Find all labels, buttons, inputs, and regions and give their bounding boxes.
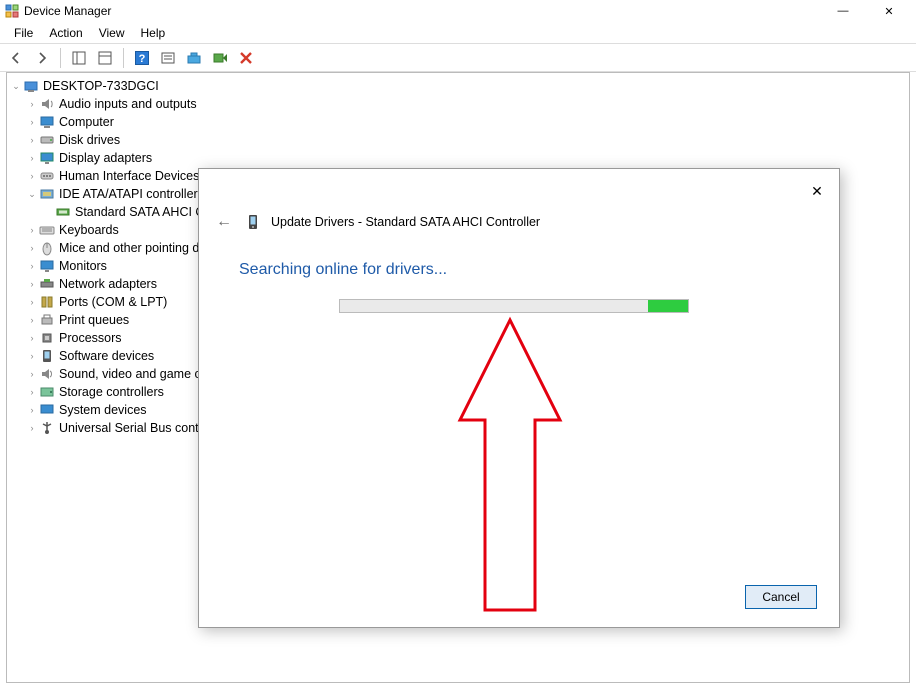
scan-hardware-button[interactable] <box>208 46 232 70</box>
tree-item-label: Audio inputs and outputs <box>59 95 197 113</box>
progress-fill <box>648 300 688 312</box>
menu-view[interactable]: View <box>91 24 133 42</box>
tree-item-label: Network adapters <box>59 275 157 293</box>
expand-toggle[interactable]: › <box>25 239 39 257</box>
tree-item-label: Keyboards <box>59 221 119 239</box>
print-icon <box>39 312 55 328</box>
dialog-title: Update Drivers - Standard SATA AHCI Cont… <box>271 215 540 229</box>
audio-icon <box>39 96 55 112</box>
ports-icon <box>39 294 55 310</box>
expand-toggle[interactable]: › <box>25 275 39 293</box>
expand-toggle[interactable]: › <box>25 293 39 311</box>
expand-toggle[interactable]: › <box>25 167 39 185</box>
tree-item-label: Monitors <box>59 257 107 275</box>
expand-toggle[interactable]: › <box>25 113 39 131</box>
computer-icon <box>39 114 55 130</box>
properties-button[interactable] <box>93 46 117 70</box>
storage-icon <box>39 384 55 400</box>
keyboard-icon <box>39 222 55 238</box>
tree-item-label: Ports (COM & LPT) <box>59 293 167 311</box>
tree-item-2[interactable]: › Disk drives <box>9 131 907 149</box>
menu-action[interactable]: Action <box>41 24 90 42</box>
uninstall-device-button[interactable] <box>234 46 258 70</box>
tree-item-3[interactable]: › Display adapters <box>9 149 907 167</box>
expand-toggle[interactable]: › <box>25 149 39 167</box>
menu-bar: File Action View Help <box>0 22 916 44</box>
mouse-icon <box>39 240 55 256</box>
nav-back-button[interactable] <box>4 46 28 70</box>
update-driver-button[interactable] <box>182 46 206 70</box>
tree-item-label: System devices <box>59 401 147 419</box>
show-hide-tree-button[interactable] <box>67 46 91 70</box>
cancel-button[interactable]: Cancel <box>745 585 817 609</box>
window-titlebar: Device Manager — ✕ <box>0 0 916 22</box>
tree-item-label: Disk drives <box>59 131 120 149</box>
svg-text:?: ? <box>139 53 146 65</box>
expand-toggle[interactable]: › <box>25 95 39 113</box>
tree-item-1[interactable]: › Computer <box>9 113 907 131</box>
expand-toggle[interactable]: › <box>25 311 39 329</box>
cpu-icon <box>39 330 55 346</box>
help-button[interactable]: ? <box>130 46 154 70</box>
tree-item-label: IDE ATA/ATAPI controllers <box>59 185 204 203</box>
action-button[interactable] <box>156 46 180 70</box>
expand-toggle[interactable]: › <box>25 221 39 239</box>
tree-item-label: DESKTOP-733DGCI <box>43 77 159 95</box>
expand-toggle[interactable]: › <box>25 131 39 149</box>
tree-item-label: Display adapters <box>59 149 152 167</box>
tree-item-0[interactable]: › Audio inputs and outputs <box>9 95 907 113</box>
ide-child-icon <box>55 204 71 220</box>
expand-toggle[interactable]: › <box>25 401 39 419</box>
expand-toggle[interactable]: › <box>25 365 39 383</box>
software-icon <box>39 348 55 364</box>
toolbar: ? <box>0 44 916 72</box>
expand-toggle[interactable]: ⌄ <box>25 185 39 203</box>
expand-toggle[interactable]: › <box>25 347 39 365</box>
tree-item-label: Human Interface Devices <box>59 167 199 185</box>
expand-toggle[interactable]: › <box>25 383 39 401</box>
device-icon <box>245 214 261 230</box>
progress-bar <box>339 299 689 313</box>
network-icon <box>39 276 55 292</box>
dialog-message: Searching online for drivers... <box>239 261 447 279</box>
display-icon <box>39 150 55 166</box>
devmgr-icon <box>4 3 20 19</box>
tree-item-label: Storage controllers <box>59 383 164 401</box>
dialog-close-button[interactable]: ✕ <box>805 179 829 203</box>
close-button[interactable]: ✕ <box>866 0 912 22</box>
root-icon <box>23 78 39 94</box>
expand-toggle[interactable]: › <box>25 329 39 347</box>
tree-item-label: Print queues <box>59 311 129 329</box>
disk-icon <box>39 132 55 148</box>
monitor-icon <box>39 258 55 274</box>
tree-item-label: Processors <box>59 329 122 347</box>
usb-icon <box>39 420 55 436</box>
system-icon <box>39 402 55 418</box>
expand-toggle[interactable]: › <box>25 257 39 275</box>
nav-forward-button[interactable] <box>30 46 54 70</box>
dialog-back-button[interactable]: ← <box>213 211 235 233</box>
tree-item-label: Computer <box>59 113 114 131</box>
tree-root[interactable]: ⌄ DESKTOP-733DGCI <box>9 77 907 95</box>
menu-file[interactable]: File <box>6 24 41 42</box>
minimize-button[interactable]: — <box>820 0 866 22</box>
menu-help[interactable]: Help <box>133 24 174 42</box>
ide-icon <box>39 186 55 202</box>
sound-icon <box>39 366 55 382</box>
hid-icon <box>39 168 55 184</box>
expand-toggle[interactable]: ⌄ <box>9 77 23 95</box>
update-drivers-dialog: ✕ ← Update Drivers - Standard SATA AHCI … <box>198 168 840 628</box>
tree-item-label: Software devices <box>59 347 154 365</box>
window-title: Device Manager <box>24 4 111 18</box>
expand-toggle[interactable]: › <box>25 419 39 437</box>
